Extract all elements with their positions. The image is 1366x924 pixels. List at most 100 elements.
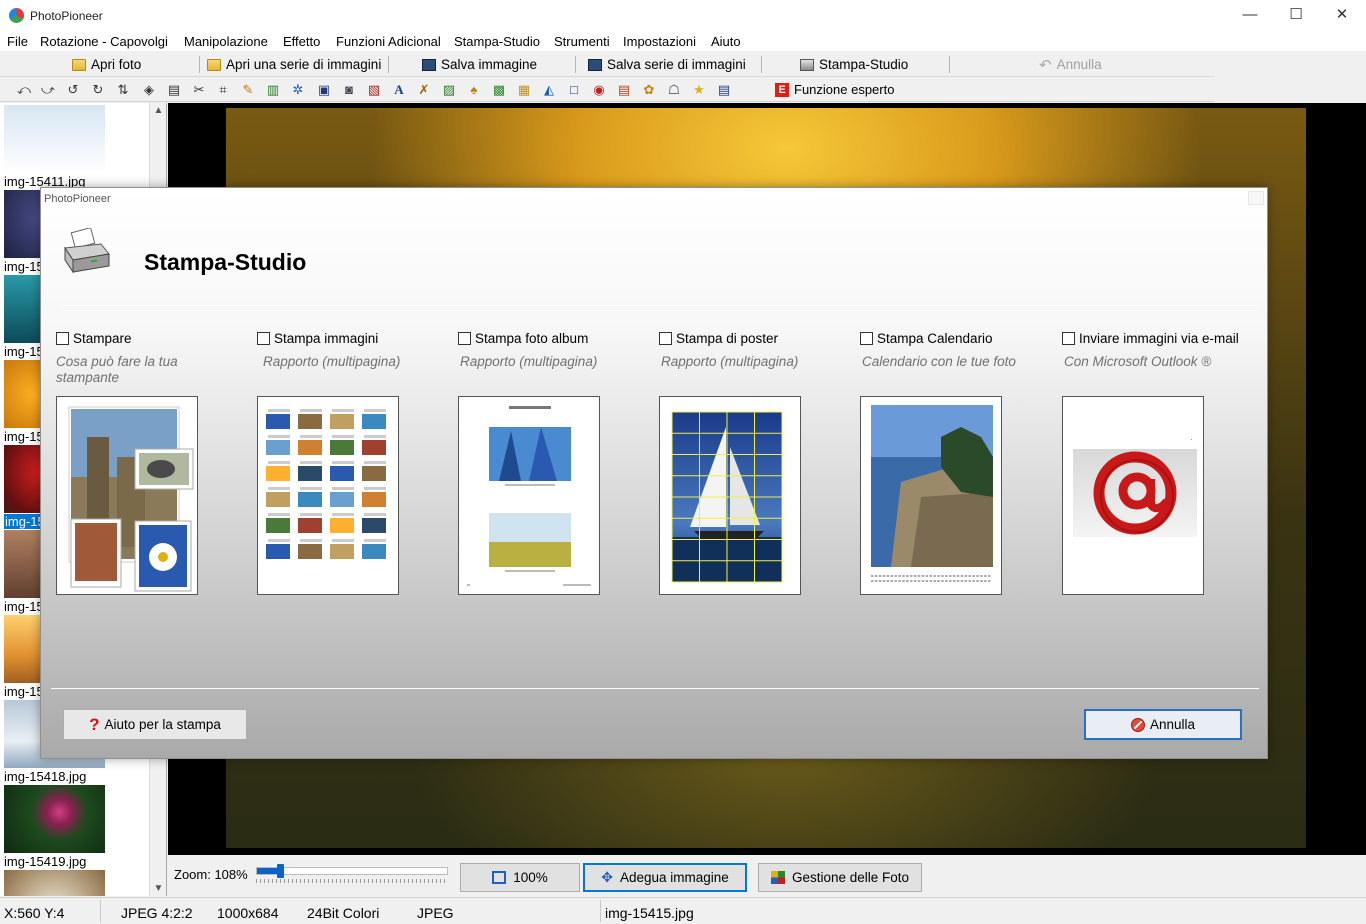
camera-icon[interactable]: ◙ (341, 82, 357, 98)
thumbnail-image[interactable] (4, 105, 105, 173)
option-poster-label[interactable]: Stampa di poster (676, 331, 778, 346)
rotate-right-icon[interactable]: ⤻ (40, 82, 56, 98)
thumbnail-label[interactable]: img-15 (4, 259, 44, 274)
option-calendar-label[interactable]: Stampa Calendario (877, 331, 993, 346)
view-controls-bar: Zoom: 108% 100% ✥ Adegua immagine Gestio… (168, 856, 1366, 897)
expert-function-button[interactable]: E Funzione esperto (775, 82, 894, 97)
zoom-slider-thumb[interactable] (276, 864, 284, 878)
green-photo-icon[interactable]: ▩ (491, 82, 507, 98)
status-separator (100, 900, 101, 922)
menu-settings[interactable]: Impostazioni (623, 34, 696, 49)
dialog-cancel-label: Annulla (1149, 717, 1196, 732)
rotate-cw-icon[interactable]: ↻ (90, 82, 106, 98)
flip-icon[interactable]: ⇅ (115, 82, 131, 98)
thumbnail-image[interactable] (4, 785, 105, 853)
gift-icon[interactable]: ✿ (641, 82, 657, 98)
collage-icon[interactable]: ▤ (616, 82, 632, 98)
rotate-left-icon[interactable]: ⤺ (16, 82, 32, 98)
printer-icon (800, 58, 814, 71)
menu-tools[interactable]: Strumenti (554, 34, 610, 49)
photo-icon[interactable]: ▦ (516, 82, 532, 98)
status-filename: img-15415.jpg (605, 905, 694, 921)
text-icon[interactable]: A (391, 82, 407, 98)
perspective-icon[interactable]: ◈ (141, 82, 157, 98)
preview-print-images[interactable] (257, 396, 399, 595)
zoom-slider[interactable] (256, 864, 448, 878)
fit-image-label: Adegua immagine (619, 870, 729, 885)
menu-effect[interactable]: Effetto (283, 34, 320, 49)
thumbnail-label[interactable]: img-15 (4, 344, 44, 359)
shape-icon[interactable]: ☖ (666, 82, 682, 98)
preview-print[interactable] (56, 396, 198, 595)
rotate-ccw-icon[interactable]: ↺ (65, 82, 81, 98)
dialog-cancel-button[interactable]: Annulla (1084, 709, 1242, 740)
colors-icon[interactable]: ✲ (290, 82, 306, 98)
option-email: Inviare immagini via e-mail Con Microsof… (1062, 331, 1252, 370)
option-print-images-label[interactable]: Stampa immagini (274, 331, 378, 346)
option-photo-album-label[interactable]: Stampa foto album (475, 331, 588, 346)
disk-icon (422, 58, 436, 71)
thumbnail-label[interactable]: img-15 (4, 599, 44, 614)
minimize-button[interactable]: — (1227, 0, 1273, 31)
zoom-100-button[interactable]: 100% (460, 863, 580, 892)
undo-button[interactable]: ↶ Annulla (1039, 55, 1102, 74)
preview-photo-album[interactable] (458, 396, 600, 595)
open-series-button[interactable]: Apri una serie di immagini (207, 55, 381, 74)
print-studio-button[interactable]: Stampa-Studio (800, 55, 908, 74)
option-photo-album-checkbox[interactable] (458, 332, 471, 345)
option-print-images-checkbox[interactable] (257, 332, 270, 345)
thumbnail-label[interactable]: img-15418.jpg (4, 769, 86, 784)
save-series-button[interactable]: Salva serie di immagini (588, 55, 746, 74)
option-email-label[interactable]: Inviare immagini via e-mail (1079, 331, 1239, 346)
save-image-button[interactable]: Salva immagine (422, 55, 537, 74)
preview-calendar[interactable] (860, 396, 1002, 595)
dialog-close-button[interactable] (1248, 191, 1264, 205)
cut-icon[interactable]: ✂ (191, 82, 207, 98)
option-poster-description: Rapporto (multipagina) (661, 354, 799, 369)
picture-icon[interactable]: ▧ (366, 82, 382, 98)
frame-icon[interactable]: ▣ (316, 82, 332, 98)
menu-additional[interactable]: Funzioni Adicional (336, 34, 441, 49)
adjust-icon[interactable]: ◭ (541, 82, 557, 98)
batch-icon[interactable]: ▤ (716, 82, 732, 98)
open-photo-button[interactable]: Apri foto (72, 55, 141, 74)
option-print-checkbox[interactable] (56, 332, 69, 345)
thumbnail-label[interactable]: img-15419.jpg (4, 854, 86, 869)
scroll-up-icon[interactable]: ▲ (150, 105, 166, 116)
tools-icon[interactable]: ✗ (416, 82, 432, 98)
landscape-icon[interactable]: ▨ (441, 82, 457, 98)
border-icon[interactable]: □ (566, 82, 582, 98)
red-eye-icon[interactable]: ◉ (591, 82, 607, 98)
scroll-down-icon[interactable]: ▼ (150, 883, 166, 894)
menu-print-studio[interactable]: Stampa-Studio (454, 34, 540, 49)
option-email-checkbox[interactable] (1062, 332, 1075, 345)
dialog-title: PhotoPioneer (44, 193, 111, 205)
close-button[interactable]: ✕ (1319, 0, 1365, 31)
menu-manipulation[interactable]: Manipolazione (184, 34, 268, 49)
fit-image-button[interactable]: ✥ Adegua immagine (583, 863, 747, 892)
photo-manager-label: Gestione delle Foto (791, 870, 910, 885)
thumbnail-label[interactable]: img-15 (4, 429, 44, 444)
preview-poster[interactable] (659, 396, 801, 595)
photo-manager-button[interactable]: Gestione delle Foto (758, 863, 922, 892)
preview-email[interactable] (1062, 396, 1204, 595)
option-poster-checkbox[interactable] (659, 332, 672, 345)
resize-icon[interactable]: ▤ (166, 82, 182, 98)
maximize-button[interactable]: ☐ (1273, 0, 1319, 31)
option-print: Stampare Cosa può fare la tua stampante (56, 331, 246, 386)
thumbnail-image[interactable] (4, 870, 105, 896)
option-calendar-checkbox[interactable] (860, 332, 873, 345)
expert-icon: E (775, 82, 789, 97)
pen-icon[interactable]: ♠ (466, 82, 482, 98)
brush-icon[interactable]: ✎ (240, 82, 256, 98)
menu-file[interactable]: File (7, 34, 28, 49)
menu-rotation[interactable]: Rotazione - Capovolgi (40, 34, 168, 49)
star-icon[interactable]: ★ (691, 82, 707, 98)
print-help-button[interactable]: ? Aiuto per la stampa (63, 709, 247, 740)
dialog-divider (51, 688, 1259, 689)
levels-icon[interactable]: ▥ (265, 82, 281, 98)
menu-help[interactable]: Aiuto (711, 34, 741, 49)
thumbnail-label[interactable]: img-15 (4, 684, 44, 699)
crop-icon[interactable]: ⌗ (215, 82, 231, 98)
option-print-label[interactable]: Stampare (73, 331, 132, 346)
